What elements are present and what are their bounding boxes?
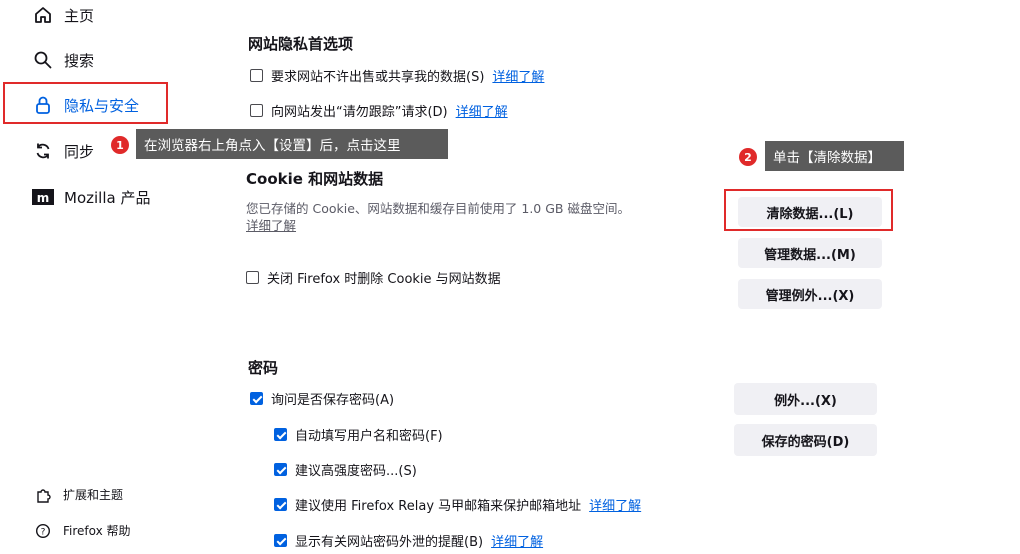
- autofill-checkbox[interactable]: [274, 428, 287, 441]
- cookies-learn-more-link[interactable]: 详细了解: [246, 217, 296, 235]
- breach-learn-more-link[interactable]: 详细了解: [491, 531, 543, 550]
- relay-learn-more-link[interactable]: 详细了解: [589, 495, 641, 514]
- learn-more-link[interactable]: 详细了解: [456, 101, 508, 120]
- step2-callout: 单击【清除数据】: [765, 141, 904, 171]
- suggest-strong-checkbox[interactable]: [274, 463, 287, 476]
- breach-alerts-row: 显示有关网站密码外泄的提醒(B) 详细了解: [274, 531, 543, 550]
- cookies-title: Cookie 和网站数据: [246, 170, 384, 188]
- home-icon: [32, 4, 54, 26]
- suggest-strong-label: 建议高强度密码...(S): [295, 464, 417, 479]
- delete-on-close-label: 关闭 Firefox 时删除 Cookie 与网站数据: [267, 272, 501, 287]
- ask-save-row: 询问是否保存密码(A): [250, 389, 394, 408]
- sidebar-item-label: 扩展和主题: [63, 488, 124, 502]
- sidebar-item-mozilla[interactable]: m Mozilla 产品: [32, 186, 150, 208]
- sidebar-item-help[interactable]: ? Firefox 帮助: [35, 522, 131, 539]
- privacy-pref-row: 要求网站不许出售或共享我的数据(S) 详细了解: [250, 66, 544, 85]
- manage-exceptions-button[interactable]: 管理例外...(X): [738, 279, 882, 309]
- relay-row: 建议使用 Firefox Relay 马甲邮箱来保护邮箱地址 详细了解: [274, 495, 641, 514]
- autofill-row: 自动填写用户名和密码(F): [274, 425, 443, 444]
- breach-alerts-checkbox[interactable]: [274, 534, 287, 547]
- svg-text:m: m: [37, 191, 50, 205]
- suggest-strong-row: 建议高强度密码...(S): [274, 460, 417, 479]
- delete-on-close-row: 关闭 Firefox 时删除 Cookie 与网站数据: [246, 268, 501, 287]
- breach-alerts-label: 显示有关网站密码外泄的提醒(B): [295, 535, 484, 550]
- step2-badge: 2: [739, 148, 757, 166]
- password-exceptions-button[interactable]: 例外...(X): [734, 383, 877, 415]
- lock-icon: [32, 94, 54, 116]
- relay-label: 建议使用 Firefox Relay 马甲邮箱来保护邮箱地址: [295, 499, 582, 514]
- saved-passwords-button[interactable]: 保存的密码(D): [734, 424, 877, 456]
- cookies-description: 您已存储的 Cookie、网站数据和缓存目前使用了 1.0 GB 磁盘空间。: [246, 201, 630, 216]
- sidebar-item-label: Mozilla 产品: [64, 188, 151, 207]
- sidebar-item-label: 同步: [64, 142, 95, 161]
- manage-data-button[interactable]: 管理数据...(M): [738, 238, 882, 268]
- do-not-track-checkbox[interactable]: [250, 104, 263, 117]
- step1-badge: 1: [111, 136, 129, 154]
- privacy-prefs-title: 网站隐私首选项: [248, 35, 354, 53]
- help-icon: ?: [35, 523, 51, 539]
- sidebar-item-label: 隐私与安全: [64, 96, 140, 115]
- do-not-track-label: 向网站发出“请勿跟踪”请求(D): [271, 105, 448, 120]
- step1-callout: 在浏览器右上角点入【设置】后，点击这里: [136, 129, 448, 159]
- passwords-title: 密码: [248, 359, 279, 377]
- sidebar-item-label: 主页: [64, 6, 95, 25]
- sidebar-item-home[interactable]: 主页: [32, 4, 94, 26]
- delete-on-close-checkbox[interactable]: [246, 271, 259, 284]
- clear-data-button[interactable]: 清除数据...(L): [738, 197, 882, 227]
- search-icon: [32, 49, 54, 71]
- do-not-sell-label: 要求网站不许出售或共享我的数据(S): [271, 70, 485, 85]
- relay-checkbox[interactable]: [274, 498, 287, 511]
- sidebar-item-extensions[interactable]: 扩展和主题: [35, 486, 123, 503]
- sidebar-item-privacy[interactable]: 隐私与安全: [32, 94, 139, 116]
- puzzle-icon: [35, 487, 51, 503]
- sidebar-item-label: 搜索: [64, 51, 95, 70]
- ask-save-checkbox[interactable]: [250, 392, 263, 405]
- sidebar-item-label: Firefox 帮助: [63, 524, 131, 538]
- svg-text:?: ?: [41, 527, 46, 537]
- sync-icon: [32, 140, 54, 162]
- learn-more-link[interactable]: 详细了解: [492, 66, 544, 85]
- ask-save-label: 询问是否保存密码(A): [271, 393, 395, 408]
- sidebar-item-sync[interactable]: 同步: [32, 140, 94, 162]
- do-not-sell-checkbox[interactable]: [250, 69, 263, 82]
- sidebar-item-search[interactable]: 搜索: [32, 49, 94, 71]
- privacy-pref-row: 向网站发出“请勿跟踪”请求(D) 详细了解: [250, 101, 508, 120]
- autofill-label: 自动填写用户名和密码(F): [295, 429, 443, 444]
- mozilla-icon: m: [32, 186, 54, 208]
